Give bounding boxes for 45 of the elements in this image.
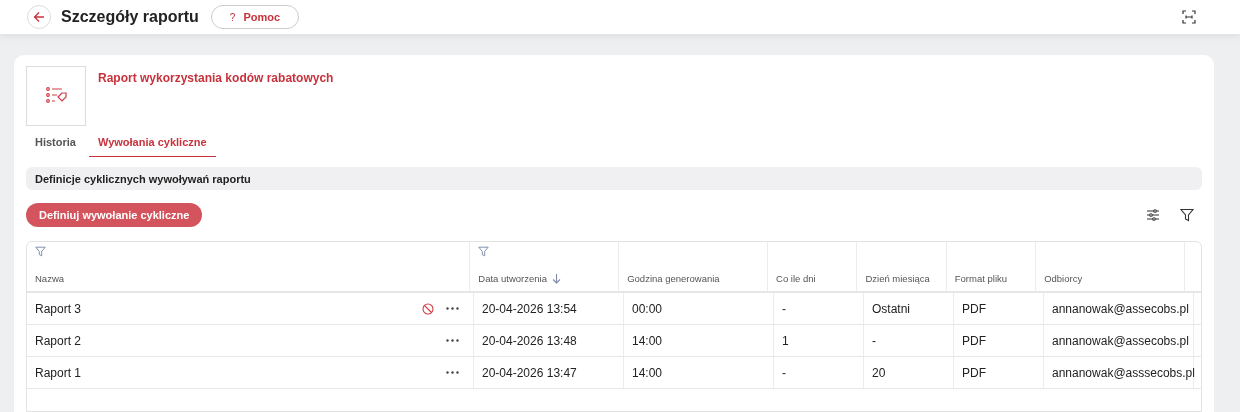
table-cell: PDF (962, 365, 986, 380)
table-cell: Raport 3 (35, 301, 82, 316)
table-cell: annanowak@assecobs.pl (1052, 301, 1189, 316)
table-cell: annanowak@asssecobs.pl (1052, 365, 1195, 380)
fullscreen-icon[interactable] (1182, 10, 1196, 24)
table-cell: PDF (962, 333, 986, 348)
filter-icon[interactable] (1180, 208, 1194, 222)
table-cell: - (872, 333, 876, 348)
column-header[interactable]: Dzień miesiąca (865, 273, 930, 284)
back-button[interactable] (27, 5, 51, 29)
table-cell: - (782, 365, 786, 380)
table-cell: Raport 1 (35, 365, 82, 380)
table-cell: 20-04-2026 13:54 (482, 301, 577, 316)
table-cell: 20-04-2026 13:47 (482, 365, 577, 380)
column-header[interactable]: Odbiorcy (1044, 273, 1083, 284)
table-cell: annanowak@assecobs.pl (1052, 333, 1189, 348)
table-cell: 20 (872, 365, 886, 380)
section-title: Definicje cyklicznych wywoływań raportu (35, 172, 251, 185)
page-title: Szczegóły raportu (61, 8, 199, 26)
table-cell: Raport 2 (35, 333, 82, 348)
report-title: Raport wykorzystania kodów rabatowych (98, 71, 334, 87)
table-cell: PDF (962, 301, 986, 316)
table-cell: 00:00 (632, 301, 663, 316)
table-cell: Ostatni (872, 301, 910, 316)
column-header[interactable]: Format pliku (954, 273, 1008, 284)
sort-arrow-icon[interactable] (551, 273, 561, 284)
table-cell: 14:00 (632, 333, 663, 348)
more-icon[interactable] (446, 339, 459, 342)
more-icon[interactable] (446, 307, 459, 310)
table-cell: 1 (782, 333, 789, 348)
back-arrow-icon (33, 11, 45, 23)
column-header[interactable]: Godzina generowania (627, 273, 720, 284)
define-button[interactable]: Definiuj wywołanie cykliczne (26, 203, 203, 227)
blocked-icon (422, 302, 434, 315)
table-cell: 14:00 (632, 365, 663, 380)
column-header[interactable]: Nazwa (35, 273, 65, 284)
table-cell: 20-04-2026 13:48 (482, 333, 577, 348)
tab[interactable]: Historia (26, 130, 85, 157)
tab[interactable]: Wywołania cykliczne (88, 130, 216, 157)
help-button[interactable]: ? Pomoc (210, 5, 300, 29)
more-icon[interactable] (446, 371, 459, 374)
table-cell: - (782, 301, 786, 316)
column-header[interactable]: Co ile dni (776, 273, 816, 284)
column-header[interactable]: Data utworzenia (478, 273, 547, 284)
settings-icon[interactable] (1146, 208, 1160, 222)
